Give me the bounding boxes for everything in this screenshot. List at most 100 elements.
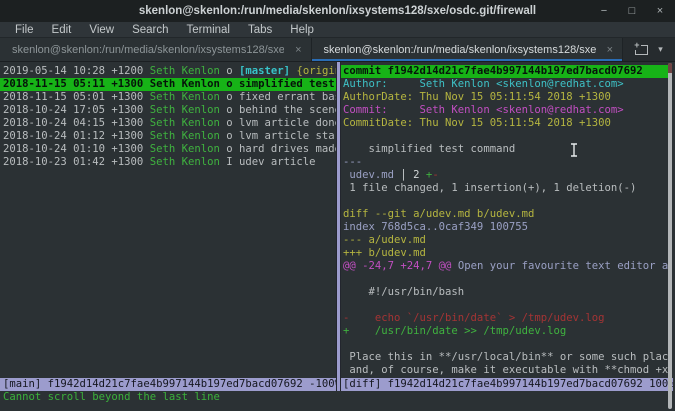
text-segment: and, of course, make it executable with …	[343, 364, 672, 376]
diff-line: + /usr/bin/date >> /tmp/udev.log	[341, 325, 672, 338]
close-button[interactable]: ×	[653, 0, 667, 22]
titlebar: skenlon@skenlon:/run/media/skenlon/ixsys…	[0, 0, 675, 22]
tab-close-icon[interactable]: ×	[292, 44, 304, 56]
menu-tabs[interactable]: Tabs	[239, 22, 281, 38]
window-title: skenlon@skenlon:/run/media/skenlon/ixsys…	[139, 5, 536, 17]
commit-row[interactable]: 2018-10-24 01:12 +1300 Seth Kenlon o lvm…	[0, 130, 336, 143]
text-segment: o behind the scene	[220, 104, 336, 116]
text-segment: o lvm article star	[220, 130, 336, 142]
text-segment: simplified test command	[343, 143, 515, 155]
diff-line: Place this in **/usr/local/bin** or some…	[341, 351, 672, 364]
diff-line: udev.md │ 2 +-	[341, 169, 672, 182]
menu-terminal[interactable]: Terminal	[178, 22, 239, 38]
text-segment: │ 2	[400, 169, 426, 181]
new-terminal-icon[interactable]	[635, 45, 648, 55]
text-segment: ---	[343, 156, 362, 168]
diff-line: - echo `/usr/bin/date` > /tmp/udev.log	[341, 312, 672, 325]
diff-line	[341, 195, 672, 208]
terminal-area[interactable]: 2019-05-14 10:28 +1200 Seth Kenlon o [ma…	[0, 62, 675, 411]
tabbar-actions: ▾	[623, 38, 675, 61]
menu-view[interactable]: View	[80, 22, 123, 38]
commit-row[interactable]: 2018-10-24 01:10 +1300 Seth Kenlon o har…	[0, 143, 336, 156]
text-segment: Seth Kenlon	[150, 156, 220, 168]
text-segment: 1 file changed, 1 insertion(+), 1 deleti…	[343, 182, 636, 194]
maximize-button[interactable]: □	[625, 0, 639, 22]
text-segment: udev.md	[343, 169, 400, 181]
terminal-window: skenlon@skenlon:/run/media/skenlon/ixsys…	[0, 0, 675, 411]
tig-main-view[interactable]: 2019-05-14 10:28 +1200 Seth Kenlon o [ma…	[0, 62, 336, 378]
diff-line: --- a/udev.md	[341, 234, 672, 247]
menu-search[interactable]: Search	[123, 22, 177, 38]
text-segment: 2018-10-24 01:12 +1300	[3, 130, 150, 142]
tab-menu-caret-icon[interactable]: ▾	[658, 44, 663, 55]
commit-row[interactable]: 2018-10-24 17:05 +1300 Seth Kenlon o beh…	[0, 104, 336, 117]
text-segment: o	[220, 65, 239, 77]
scrollbar-thumb[interactable]	[668, 63, 672, 73]
text-cursor-pointer	[570, 143, 578, 157]
commit-row[interactable]: 2018-10-23 01:42 +1300 Seth Kenlon I ude…	[0, 156, 336, 169]
diff-line: CommitDate: Thu Nov 15 05:11:54 2018 +13…	[341, 117, 672, 130]
menu-file[interactable]: File	[6, 22, 43, 38]
diff-line: #!/usr/bin/bash	[341, 286, 672, 299]
menubar: File Edit View Search Terminal Tabs Help	[0, 22, 675, 38]
diff-line	[341, 299, 672, 312]
text-segment: commit f1942d14d21c7fae4b997144b197ed7ba…	[343, 65, 643, 77]
text-segment: 2018-10-24 17:05 +1300	[3, 104, 150, 116]
tig-diff-view[interactable]: commit f1942d14d21c7fae4b997144b197ed7ba…	[341, 62, 672, 378]
text-segment: -	[432, 169, 438, 181]
text-segment: + /usr/bin/date >> /tmp/udev.log	[343, 325, 566, 337]
scrollbar[interactable]	[668, 63, 672, 409]
text-segment: 2018-11-15 05:01 +1300	[3, 91, 150, 103]
text-segment: Author: Seth Kenlon <skenlon@redhat.com>	[343, 78, 624, 90]
main-view-statusbar: [main] f1942d14d21c7fae4b997144b197ed7ba…	[0, 378, 336, 391]
text-segment: #!/usr/bin/bash	[343, 286, 464, 298]
text-segment: o fixed errant bas	[220, 91, 336, 103]
text-segment: 2018-10-23 01:42 +1300	[3, 156, 150, 168]
diff-line: AuthorDate: Thu Nov 15 05:11:54 2018 +13…	[341, 91, 672, 104]
selected-commit-row[interactable]: 2018-11-15 05:11 +1300 Seth Kenlon o sim…	[0, 78, 336, 91]
tab-inactive[interactable]: skenlon@skenlon:/run/media/skenlon/ixsys…	[0, 38, 312, 61]
tab-label: skenlon@skenlon:/run/media/skenlon/ixsys…	[324, 44, 596, 56]
diff-line: 1 file changed, 1 insertion(+), 1 deleti…	[341, 182, 672, 195]
text-segment: 2018-11-15 05:11 +1300 Seth Kenlon o sim…	[3, 78, 335, 90]
text-segment: - echo `/usr/bin/date` > /tmp/udev.log	[343, 312, 605, 324]
diff-line: and, of course, make it executable with …	[341, 364, 672, 377]
status-message: Cannot scroll beyond the last line	[0, 391, 675, 404]
text-segment: CommitDate: Thu Nov 15 05:11:54 2018 +13…	[343, 117, 611, 129]
tab-label: skenlon@skenlon:/run/media/skenlon/ixsys…	[12, 44, 284, 56]
text-segment: Seth Kenlon	[150, 130, 220, 142]
selected-diff-line: commit f1942d14d21c7fae4b997144b197ed7ba…	[341, 65, 672, 78]
menu-help[interactable]: Help	[281, 22, 323, 38]
text-segment: diff --git a/udev.md b/udev.md	[343, 208, 534, 220]
minimize-button[interactable]: −	[597, 0, 611, 22]
text-segment: Seth Kenlon	[150, 104, 220, 116]
text-segment: 2018-10-24 04:15 +1300	[3, 117, 150, 129]
text-segment: Open your favourite text editor an	[451, 260, 672, 272]
commit-row[interactable]: 2019-05-14 10:28 +1200 Seth Kenlon o [ma…	[0, 65, 336, 78]
window-controls: − □ ×	[597, 0, 667, 22]
menu-edit[interactable]: Edit	[43, 22, 81, 38]
tab-strip: skenlon@skenlon:/run/media/skenlon/ixsys…	[0, 38, 623, 61]
text-segment: Seth Kenlon	[150, 143, 220, 155]
text-segment: AuthorDate: Thu Nov 15 05:11:54 2018 +13…	[343, 91, 611, 103]
text-segment: o hard drives made	[220, 143, 336, 155]
text-segment: Seth Kenlon	[150, 117, 220, 129]
text-segment: [master]	[239, 65, 290, 77]
diff-line: Commit: Seth Kenlon <skenlon@redhat.com>	[341, 104, 672, 117]
text-segment: @@ -24,7 +24,7 @@	[343, 260, 451, 272]
diff-line	[341, 130, 672, 143]
text-segment: --- a/udev.md	[343, 234, 426, 246]
commit-row[interactable]: 2018-11-15 05:01 +1300 Seth Kenlon o fix…	[0, 91, 336, 104]
tab-active[interactable]: skenlon@skenlon:/run/media/skenlon/ixsys…	[312, 38, 624, 61]
text-segment: {origin	[296, 65, 336, 77]
diff-line: ---	[341, 156, 672, 169]
text-segment: Seth Kenlon	[150, 91, 220, 103]
diff-line: simplified test command	[341, 143, 672, 156]
text-segment: index 768d5ca..0caf349 100755	[343, 221, 528, 233]
diff-line	[341, 338, 672, 351]
text-segment: Place this in **/usr/local/bin** or some…	[343, 351, 672, 363]
text-segment: Commit: Seth Kenlon <skenlon@redhat.com>	[343, 104, 624, 116]
commit-row[interactable]: 2018-10-24 04:15 +1300 Seth Kenlon o lvm…	[0, 117, 336, 130]
diff-line: @@ -24,7 +24,7 @@ Open your favourite te…	[341, 260, 672, 273]
tab-close-icon[interactable]: ×	[604, 44, 616, 56]
